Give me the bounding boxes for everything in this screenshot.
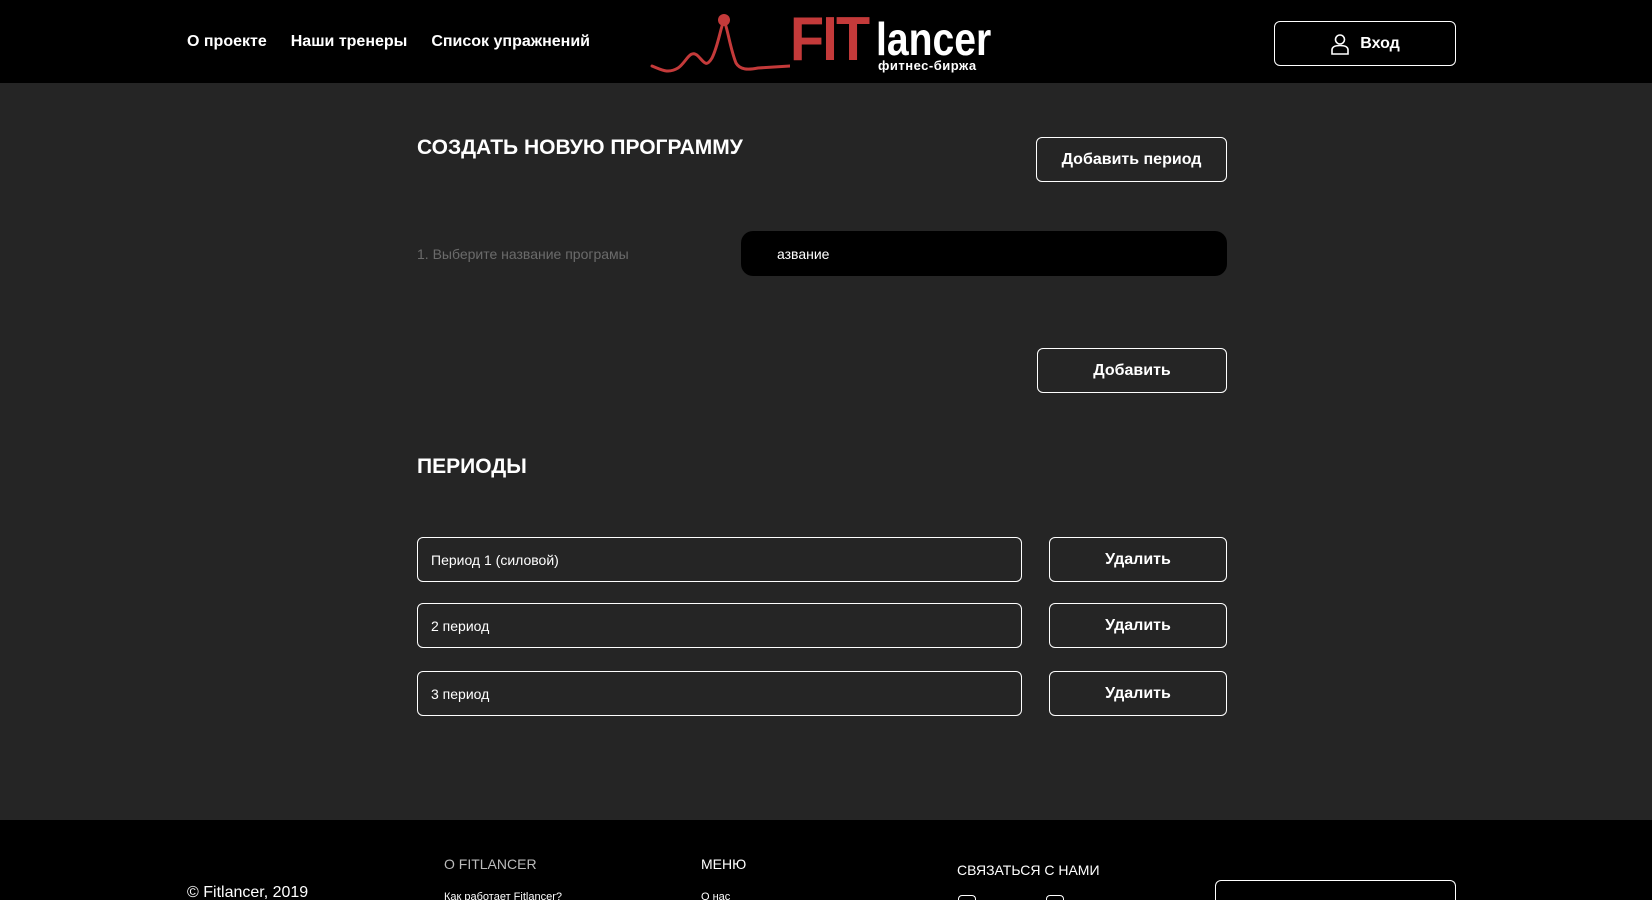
copyright: © Fitlancer, 2019 (187, 884, 309, 900)
login-label: Вход (1360, 34, 1400, 52)
nav-about[interactable]: О проекте (187, 33, 267, 51)
social-icon[interactable] (1046, 895, 1064, 900)
instagram-icon[interactable] (958, 895, 976, 900)
logo[interactable]: FIT lancer фитнес-биржа (650, 5, 1000, 78)
delete-period-button[interactable]: Удалить (1049, 671, 1227, 716)
footer-about-link[interactable]: Как работает Fitlancer? (444, 891, 562, 900)
page-title: СОЗДАТЬ НОВУЮ ПРОГРАММУ (417, 136, 743, 159)
program-name-input[interactable] (741, 231, 1227, 276)
main-nav: О проекте Наши тренеры Список упражнений (187, 33, 590, 51)
nav-exercises[interactable]: Список упражнений (431, 33, 590, 51)
period-field[interactable]: 2 период (417, 603, 1022, 648)
nav-trainers[interactable]: Наши тренеры (291, 33, 408, 51)
header: О проекте Наши тренеры Список упражнений… (0, 0, 1652, 83)
login-button[interactable]: Вход (1274, 21, 1456, 66)
footer-button[interactable] (1215, 880, 1456, 900)
footer-menu-link[interactable]: О нас (701, 891, 730, 900)
add-period-button[interactable]: Добавить период (1036, 137, 1227, 182)
delete-period-button[interactable]: Удалить (1049, 603, 1227, 648)
delete-period-button[interactable]: Удалить (1049, 537, 1227, 582)
program-name-label: 1. Выберите название програмы (417, 246, 629, 262)
period-field[interactable]: 3 период (417, 671, 1022, 716)
footer-contact-title: СВЯЗАТЬСЯ С НАМИ (957, 862, 1100, 878)
footer: © Fitlancer, 2019 О FITLANCER Как работа… (0, 820, 1652, 900)
footer-about-title: О FITLANCER (444, 856, 537, 872)
add-button[interactable]: Добавить (1037, 348, 1227, 393)
telegram-icon[interactable] (1004, 895, 1022, 900)
logo-subtitle: фитнес-биржа (878, 58, 977, 73)
footer-menu-title: МЕНЮ (701, 856, 747, 872)
heartbeat-logo-icon (650, 14, 790, 73)
period-field[interactable]: Период 1 (силовой) (417, 537, 1022, 582)
logo-fit: FIT (790, 5, 870, 74)
user-icon (1331, 33, 1350, 55)
periods-title: ПЕРИОДЫ (417, 455, 527, 478)
